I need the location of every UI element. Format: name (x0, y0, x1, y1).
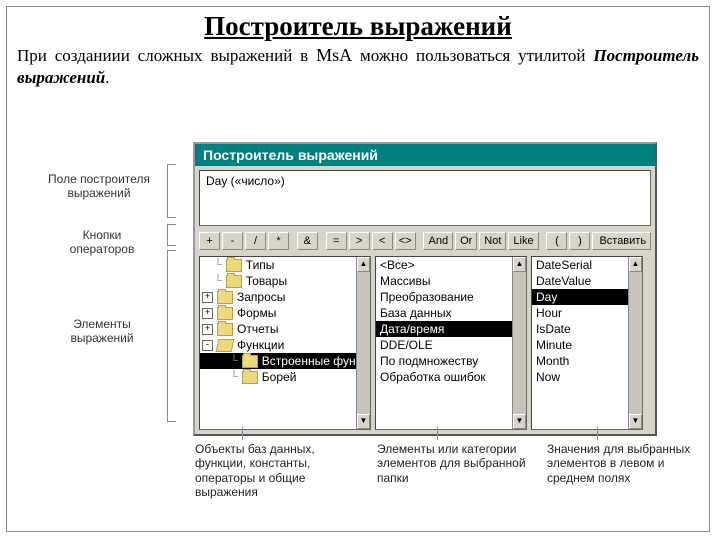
list-item[interactable]: Now (532, 369, 642, 385)
expression-builder-window: Построитель выражений Day («число») + - … (193, 142, 657, 436)
tree-item-label: Функции (237, 338, 284, 352)
tree-item-label: Типы (246, 258, 275, 272)
bracket-field (167, 164, 176, 218)
intro-end: . (105, 68, 109, 87)
list-item[interactable]: Дата/время (376, 321, 526, 337)
folder-icon (217, 323, 233, 336)
tree-item[interactable]: └ Товары (200, 273, 370, 289)
value-panel[interactable]: DateSerialDateValueDayHourIsDateMinuteMo… (531, 256, 643, 430)
intro-part1: При созданиии сложных выражений в (17, 46, 316, 65)
op-and[interactable]: And (423, 232, 453, 250)
op-mul[interactable]: * (268, 232, 289, 250)
tree-item-label: Товары (246, 274, 287, 288)
intro-part2: можно пользоваться утилитой (352, 46, 593, 65)
list-item[interactable]: Массивы (376, 273, 526, 289)
expand-icon[interactable]: + (202, 324, 213, 335)
callout-categories: Элементы или категории элементов для выб… (377, 442, 532, 485)
tree-item[interactable]: + Формы (200, 305, 370, 321)
list-item[interactable]: DateValue (532, 273, 642, 289)
list-item[interactable]: База данных (376, 305, 526, 321)
tree-item-label: Борей (262, 370, 297, 384)
op-plus[interactable]: + (199, 232, 220, 250)
operator-row: + - / * & = > < <> And Or Not Like ( ) В… (195, 230, 655, 252)
tree-line-icon: └ (214, 275, 222, 287)
list-item[interactable]: По подмножеству (376, 353, 526, 369)
tree-panel[interactable]: └ Типы └ Товары + Запросы + Формы + Отчеты - Функци… (199, 256, 371, 430)
folder-icon (242, 371, 258, 384)
label-ops: Кнопки операторов (57, 228, 147, 256)
tree-item[interactable]: + Запросы (200, 289, 370, 305)
tree-item-label: Отчеты (237, 322, 278, 336)
tree-item-label: Запросы (237, 290, 285, 304)
tree-item[interactable]: └ Встроенные функ (200, 353, 370, 369)
collapse-icon[interactable]: - (202, 340, 213, 351)
folder-icon (217, 307, 233, 320)
list-item[interactable]: Month (532, 353, 642, 369)
scroll-up-icon[interactable]: ▲ (357, 257, 370, 272)
expand-icon[interactable]: + (202, 292, 213, 303)
op-amp[interactable]: & (297, 232, 318, 250)
list-item[interactable]: Обработка ошибок (376, 369, 526, 385)
scroll-up-icon[interactable]: ▲ (513, 257, 526, 272)
list-item[interactable]: <Все> (376, 257, 526, 273)
op-lt[interactable]: < (372, 232, 393, 250)
list-item[interactable]: DateSerial (532, 257, 642, 273)
list-item[interactable]: Hour (532, 305, 642, 321)
callout-values: Значения для выбранных элементов в левом… (547, 442, 697, 485)
scroll-up-icon[interactable]: ▲ (629, 257, 642, 272)
op-or[interactable]: Or (455, 232, 477, 250)
op-gt[interactable]: > (349, 232, 370, 250)
bracket-ops (167, 224, 176, 246)
op-div[interactable]: / (245, 232, 266, 250)
tree-line-icon: └ (230, 355, 238, 367)
folder-open-icon (216, 339, 235, 352)
op-ne[interactable]: <> (395, 232, 416, 250)
tree-item-label: Встроенные функ (262, 354, 361, 368)
scrollbar[interactable]: ▲ ▼ (356, 257, 370, 429)
folder-icon (226, 275, 242, 288)
scrollbar[interactable]: ▲ ▼ (512, 257, 526, 429)
list-item[interactable]: Преобразование (376, 289, 526, 305)
expression-input[interactable]: Day («число») (199, 170, 651, 226)
list-item[interactable]: IsDate (532, 321, 642, 337)
tree-item[interactable]: └ Типы (200, 257, 370, 273)
tree-line-icon: └ (214, 259, 222, 271)
page-title: Построитель выражений (7, 11, 709, 42)
op-like[interactable]: Like (508, 232, 538, 250)
intro-msa: MsA (316, 45, 352, 65)
intro-text: При созданиии сложных выражений в MsA мо… (7, 42, 709, 88)
tree-item[interactable]: - Функции (200, 337, 370, 353)
folder-icon (226, 259, 242, 272)
callout-objects: Объекты баз данных, функции, константы, … (195, 442, 350, 500)
label-elements: Элементы выражений (57, 317, 147, 345)
list-item[interactable]: Minute (532, 337, 642, 353)
tree-item[interactable]: + Отчеты (200, 321, 370, 337)
tree-line-icon: └ (230, 371, 238, 383)
op-minus[interactable]: - (222, 232, 243, 250)
op-eq[interactable]: = (326, 232, 347, 250)
callout-line (597, 427, 598, 440)
list-item[interactable]: Day (532, 289, 642, 305)
folder-icon (242, 355, 258, 368)
list-item[interactable]: DDE/OLE (376, 337, 526, 353)
scroll-down-icon[interactable]: ▼ (513, 414, 526, 429)
insert-button[interactable]: Вставить (592, 232, 651, 250)
tree-item[interactable]: └ Борей (200, 369, 370, 385)
op-not[interactable]: Not (479, 232, 506, 250)
scrollbar[interactable]: ▲ ▼ (628, 257, 642, 429)
op-lparen[interactable]: ( (546, 232, 567, 250)
scroll-down-icon[interactable]: ▼ (357, 414, 370, 429)
expand-icon[interactable]: + (202, 308, 213, 319)
titlebar: Построитель выражений (195, 144, 655, 166)
callout-line (437, 427, 438, 440)
bracket-elements (167, 250, 176, 422)
folder-icon (217, 291, 233, 304)
callout-line (242, 427, 243, 440)
op-rparen[interactable]: ) (569, 232, 590, 250)
label-field: Поле построителя выражений (39, 172, 159, 200)
tree-item-label: Формы (237, 306, 276, 320)
scroll-down-icon[interactable]: ▼ (629, 414, 642, 429)
category-panel[interactable]: <Все>МассивыПреобразованиеБаза данныхДат… (375, 256, 527, 430)
